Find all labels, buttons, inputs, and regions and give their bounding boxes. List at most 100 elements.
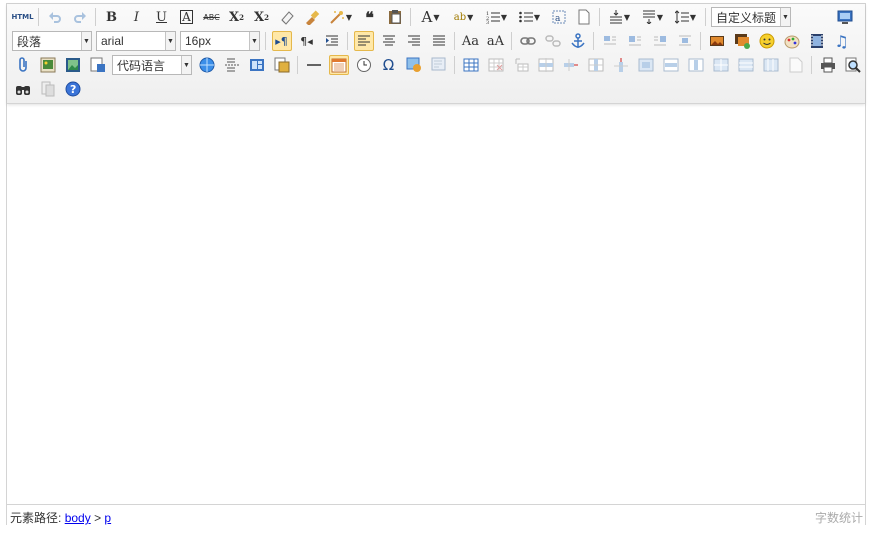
preview-icon[interactable] bbox=[843, 55, 863, 75]
chevron-down-icon: ▼ bbox=[181, 56, 191, 74]
undo-icon[interactable] bbox=[45, 7, 65, 27]
merge-right-icon[interactable] bbox=[661, 55, 681, 75]
image-none-icon[interactable] bbox=[600, 31, 620, 51]
clear-doc-icon[interactable] bbox=[574, 7, 594, 27]
html-source-button[interactable]: HTML bbox=[11, 7, 33, 27]
attachment-icon[interactable] bbox=[13, 55, 33, 75]
separator bbox=[95, 8, 96, 26]
unlink-icon[interactable] bbox=[543, 31, 563, 51]
blockquote-icon[interactable]: ❝ bbox=[360, 7, 380, 27]
font-family-select[interactable]: arial ▼ bbox=[96, 31, 176, 51]
fullscreen-icon[interactable] bbox=[835, 7, 855, 27]
web-page-icon[interactable] bbox=[197, 55, 217, 75]
insert-video-icon[interactable] bbox=[807, 31, 827, 51]
insert-row-icon[interactable] bbox=[536, 55, 556, 75]
font-size-select[interactable]: 16px ▼ bbox=[180, 31, 260, 51]
element-path-p-link[interactable]: p bbox=[104, 511, 111, 525]
toolbar-row-2: 段落 ▼ arial ▼ 16px ▼ ▸¶ ¶◂ Aa aA ♫ bbox=[10, 29, 854, 53]
align-justify-icon[interactable] bbox=[429, 31, 449, 51]
delete-table-icon[interactable] bbox=[486, 55, 506, 75]
insert-table-icon[interactable] bbox=[461, 55, 481, 75]
underline-icon[interactable]: U bbox=[152, 7, 172, 27]
align-left-icon[interactable] bbox=[353, 31, 374, 51]
split-to-cells-icon[interactable] bbox=[711, 55, 731, 75]
bold-icon[interactable]: B bbox=[102, 7, 122, 27]
image-right-icon[interactable] bbox=[650, 31, 670, 51]
anchor-icon[interactable] bbox=[568, 31, 588, 51]
background-color-icon[interactable]: ab ▼ bbox=[450, 7, 478, 27]
row-spacing-top-icon[interactable]: ▼ bbox=[606, 7, 634, 27]
code-language-select[interactable]: 代码语言 ▼ bbox=[112, 55, 192, 75]
delete-col-icon[interactable] bbox=[611, 55, 631, 75]
background-icon[interactable] bbox=[272, 55, 292, 75]
time-icon[interactable] bbox=[354, 55, 374, 75]
strikethrough-icon[interactable]: ABC bbox=[202, 7, 222, 27]
image-left-icon[interactable] bbox=[625, 31, 645, 51]
delete-row-icon[interactable] bbox=[561, 55, 581, 75]
map-icon[interactable] bbox=[404, 55, 424, 75]
direction-rtl-icon[interactable]: ¶◂ bbox=[297, 31, 317, 51]
line-height-icon[interactable]: ▼ bbox=[672, 7, 700, 27]
format-painter-icon[interactable] bbox=[302, 7, 322, 27]
insert-paragraph-before-table-icon[interactable] bbox=[511, 55, 531, 75]
merge-down-icon[interactable] bbox=[686, 55, 706, 75]
multi-image-icon[interactable] bbox=[732, 31, 752, 51]
chart-icon[interactable] bbox=[786, 55, 806, 75]
editor-content-area[interactable] bbox=[7, 104, 865, 504]
code-language-value: 代码语言 bbox=[117, 58, 166, 73]
auto-typeset-icon[interactable]: ▼ bbox=[327, 7, 355, 27]
horizontal-rule-icon[interactable] bbox=[304, 55, 324, 75]
print-icon[interactable] bbox=[818, 55, 838, 75]
template-icon[interactable] bbox=[247, 55, 267, 75]
subscript-icon[interactable]: X2 bbox=[252, 7, 272, 27]
align-right-icon[interactable] bbox=[404, 31, 424, 51]
image-gallery-icon[interactable] bbox=[38, 55, 58, 75]
font-border-icon[interactable]: A bbox=[177, 7, 197, 27]
lowercase-icon[interactable]: aA bbox=[486, 31, 506, 51]
image-center-icon[interactable] bbox=[675, 31, 695, 51]
scrawl-icon[interactable] bbox=[782, 31, 802, 51]
special-chars-icon[interactable]: Ω bbox=[379, 55, 399, 75]
insert-col-icon[interactable] bbox=[586, 55, 606, 75]
row-spacing-bottom-icon[interactable]: ▼ bbox=[639, 7, 667, 27]
split-to-rows-icon[interactable] bbox=[736, 55, 756, 75]
font-color-icon[interactable]: A ▼ bbox=[417, 7, 445, 27]
uppercase-icon[interactable]: Aa bbox=[461, 31, 481, 51]
direction-ltr-icon[interactable]: ▸¶ bbox=[271, 31, 292, 51]
search-replace-icon[interactable] bbox=[13, 79, 33, 99]
svg-text:a: a bbox=[555, 14, 561, 24]
insert-image-icon[interactable] bbox=[707, 31, 727, 51]
music-icon[interactable]: ♫ bbox=[832, 31, 852, 51]
date-icon[interactable] bbox=[328, 55, 349, 75]
gmap-icon[interactable] bbox=[429, 55, 449, 75]
indent-icon[interactable] bbox=[322, 31, 342, 51]
chevron-down-icon: ▼ bbox=[780, 8, 790, 26]
insert-frame-icon[interactable] bbox=[63, 55, 83, 75]
paragraph-format-select[interactable]: 段落 ▼ bbox=[12, 31, 92, 51]
insert-code-icon[interactable] bbox=[88, 55, 108, 75]
paste-plain-icon[interactable] bbox=[385, 7, 405, 27]
separator bbox=[454, 56, 455, 74]
unordered-list-icon[interactable]: ▼ bbox=[516, 7, 544, 27]
emotion-icon[interactable] bbox=[757, 31, 777, 51]
merge-cells-icon[interactable] bbox=[636, 55, 656, 75]
help-icon[interactable]: ? bbox=[63, 79, 83, 99]
eraser-icon[interactable] bbox=[277, 7, 297, 27]
chevron-down-icon: ▼ bbox=[249, 32, 259, 50]
word-count: 字数统计 bbox=[814, 511, 863, 525]
italic-icon[interactable]: I bbox=[127, 7, 147, 27]
element-path-body-link[interactable]: body bbox=[65, 511, 91, 525]
align-center-icon[interactable] bbox=[379, 31, 399, 51]
ordered-list-icon[interactable]: 1 2 3 ▼ bbox=[483, 7, 511, 27]
draft-icon[interactable] bbox=[38, 79, 58, 99]
select-all-icon[interactable]: a bbox=[549, 7, 569, 27]
link-icon[interactable] bbox=[518, 31, 538, 51]
page-break-icon[interactable] bbox=[222, 55, 242, 75]
split-to-cols-icon[interactable] bbox=[761, 55, 781, 75]
toolbar-row-3: 代码语言 ▼ Ω bbox=[10, 53, 865, 77]
superscript-icon[interactable]: X2 bbox=[227, 7, 247, 27]
separator bbox=[599, 8, 600, 26]
redo-icon[interactable] bbox=[70, 7, 90, 27]
separator bbox=[811, 56, 812, 74]
custom-title-select[interactable]: 自定义标题 ▼ bbox=[711, 7, 791, 27]
